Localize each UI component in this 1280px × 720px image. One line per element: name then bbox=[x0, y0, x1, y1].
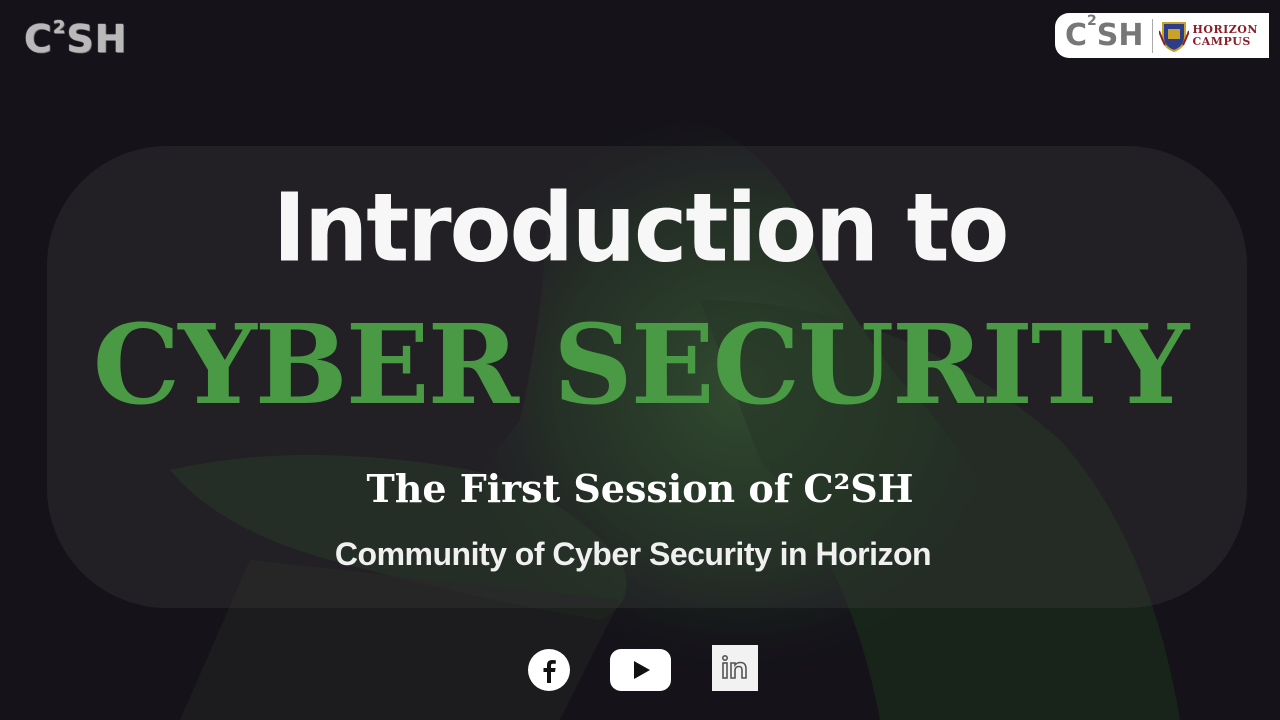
logo-superscript: 2 bbox=[52, 17, 67, 38]
horizon-campus-wordmark: HORIZON CAMPUS bbox=[1192, 23, 1258, 48]
session-subtitle: The First Session of C²SH bbox=[366, 466, 914, 511]
c2sh-logo: C2SH bbox=[24, 17, 128, 61]
logo-small-letter-c: C bbox=[1065, 18, 1088, 53]
campus-line-2: CAMPUS bbox=[1192, 34, 1251, 48]
logo-letter-c: C bbox=[24, 17, 53, 61]
title-cyber-security: CYBER SECURITY bbox=[92, 300, 1190, 429]
title-introduction-to: Introduction to bbox=[272, 173, 1010, 284]
youtube-icon[interactable] bbox=[610, 649, 671, 691]
c2sh-horizon-campus-logo: C2SH HORIZON CAMPUS bbox=[1055, 13, 1269, 58]
community-tagline: Community of Cyber Security in Horizon bbox=[334, 536, 932, 572]
logo-small-superscript: 2 bbox=[1087, 13, 1097, 29]
facebook-icon[interactable] bbox=[528, 649, 570, 691]
c2sh-logo-small: C2SH bbox=[1055, 13, 1144, 58]
linkedin-icon[interactable] bbox=[712, 645, 758, 691]
logo-divider bbox=[1151, 18, 1153, 53]
horizon-crest-icon bbox=[1158, 21, 1189, 52]
logo-letters-sh: SH bbox=[66, 17, 128, 61]
logo-small-letters-sh: SH bbox=[1096, 18, 1144, 53]
